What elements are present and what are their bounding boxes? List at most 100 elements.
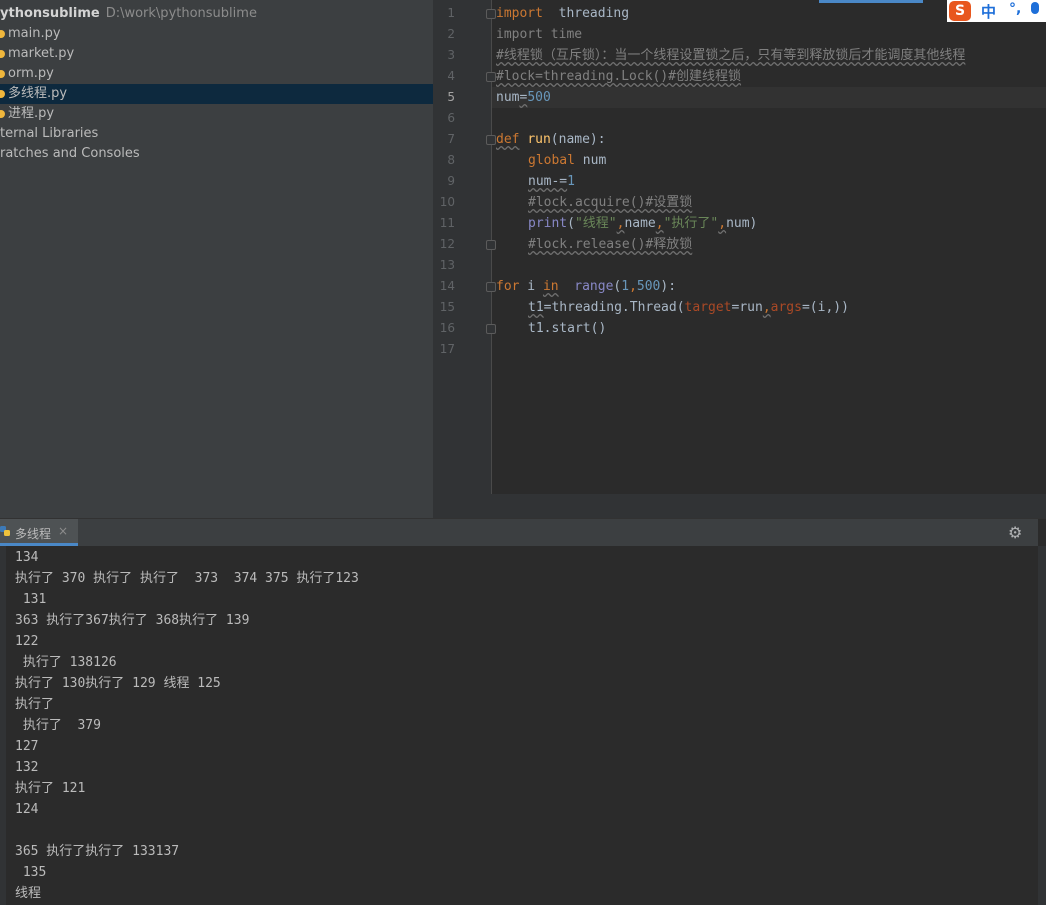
fold-marker-icon[interactable] xyxy=(486,240,496,250)
code-comment: #lock.acquire()#设置锁 xyxy=(528,195,693,210)
line-gutter: 1 2 3 4 5 6 7 8 9 10 11 12 13 14 15 16 1… xyxy=(433,0,496,494)
console-line: 执行了 370 执行了 执行了 373 374 375 执行了123 xyxy=(15,571,359,586)
line-number: 10 xyxy=(439,195,455,209)
ime-language-toggle[interactable]: 中 xyxy=(981,1,996,22)
sogou-logo-icon[interactable]: S xyxy=(949,1,971,21)
code-line-8[interactable]: global num xyxy=(528,150,606,171)
keyword-in: in xyxy=(542,279,559,294)
line-number: 11 xyxy=(439,216,455,230)
code-number: 500 xyxy=(636,279,661,294)
console-line: 365 执行了执行了 133137 xyxy=(15,844,180,859)
line-number: 2 xyxy=(447,27,455,41)
console-line: 127 xyxy=(15,739,39,754)
code-line-12[interactable]: #lock.release()#释放锁 xyxy=(528,234,692,255)
code-line-1[interactable]: import threading xyxy=(496,3,629,24)
tree-item-external-libraries[interactable]: ternal Libraries xyxy=(0,124,433,144)
console-line: 124 xyxy=(15,802,39,817)
console-line: 122 xyxy=(15,634,39,649)
project-root-path: D:\work\pythonsublime xyxy=(105,6,257,21)
code-comma: , xyxy=(718,216,727,231)
code-line-7[interactable]: def run(name): xyxy=(496,129,606,150)
tree-item-multithread-py[interactable]: 多线程.py xyxy=(0,84,433,104)
line-number: 9 xyxy=(447,174,455,188)
code-line-14[interactable]: for i in range(1,500): xyxy=(496,276,676,297)
run-toolbar: 多线程 × ⚙ xyxy=(0,518,1046,547)
keyword-def: def xyxy=(496,132,520,147)
ime-punctuation-toggle[interactable]: °, xyxy=(1009,1,1021,17)
code-text: (name): xyxy=(550,132,606,147)
tree-item-process-py[interactable]: 进程.py xyxy=(0,104,433,124)
builtin-print: print xyxy=(528,216,568,231)
tree-item-main-py[interactable]: main.py xyxy=(0,24,433,44)
panel-edge xyxy=(1038,519,1046,546)
code-text: num-= xyxy=(528,174,568,189)
project-root[interactable]: ythonsublime D:\work\pythonsublime xyxy=(0,4,433,24)
code-line-3[interactable]: #线程锁（互斥锁）：当一个线程设置锁之后，只有等到释放锁后才能调度其他线程 xyxy=(496,45,965,66)
code-comma: , xyxy=(629,279,637,294)
gear-icon[interactable]: ⚙ xyxy=(1008,523,1022,542)
code-text: num) xyxy=(726,216,758,231)
keyword-for: for xyxy=(496,279,520,294)
fold-marker-icon[interactable] xyxy=(486,324,496,334)
python-file-icon xyxy=(0,69,5,78)
code-string: "线程" xyxy=(574,216,617,231)
line-number: 8 xyxy=(447,153,455,167)
python-file-icon xyxy=(0,29,5,38)
tree-item-label: ternal Libraries xyxy=(0,126,99,141)
microphone-icon[interactable] xyxy=(1031,2,1039,14)
code-text: num xyxy=(574,153,607,168)
tree-item-orm-py[interactable]: orm.py xyxy=(0,64,433,84)
code-number: 500 xyxy=(527,90,551,105)
tree-item-scratches[interactable]: ratches and Consoles xyxy=(0,144,433,164)
console-line: 执行了 130执行了 129 线程 125 xyxy=(15,676,221,691)
close-icon[interactable]: × xyxy=(58,524,68,538)
code-text: threading xyxy=(542,6,630,21)
function-name: run xyxy=(527,132,551,147)
console-line: 131 xyxy=(15,592,47,607)
code-line-9[interactable]: num-=1 xyxy=(528,171,575,192)
console-gutter xyxy=(0,546,6,905)
code-text: i xyxy=(519,279,543,294)
tree-item-label: main.py xyxy=(8,26,61,41)
code-line-5[interactable]: num=500 xyxy=(496,87,551,108)
code-line-4[interactable]: #lock=threading.Lock()#创建线程锁 xyxy=(496,66,741,87)
line-number: 1 xyxy=(447,6,455,20)
code-param: target xyxy=(684,300,732,315)
code-line-15[interactable]: t1=threading.Thread(target=run,args=(i,)… xyxy=(528,297,849,318)
fold-marker-icon[interactable] xyxy=(486,72,496,82)
fold-marker-icon[interactable] xyxy=(486,9,496,19)
console-line: 执行了 138126 xyxy=(15,655,117,670)
tree-item-label: 进程.py xyxy=(8,106,55,121)
code-comma: , xyxy=(762,300,771,315)
keyword-import: import xyxy=(496,6,543,21)
code-text: =run xyxy=(731,300,763,315)
tree-item-label: ratches and Consoles xyxy=(0,146,140,161)
code-text: ( xyxy=(567,216,575,231)
line-number: 7 xyxy=(447,132,455,146)
fold-marker-icon[interactable] xyxy=(486,282,496,292)
ime-toolbar[interactable]: S 中 °, xyxy=(947,0,1046,22)
run-tab-label: 多线程 xyxy=(15,527,52,541)
code-param: args xyxy=(770,300,802,315)
code-editor[interactable]: 1 2 3 4 5 6 7 8 9 10 11 12 13 14 15 16 1… xyxy=(433,0,1046,518)
fold-marker-icon[interactable] xyxy=(486,135,496,145)
run-console[interactable]: 134 执行了 370 执行了 执行了 373 374 375 执行了123 1… xyxy=(0,546,1046,905)
code-line-16[interactable]: t1.start() xyxy=(528,318,606,339)
keyword-global: global xyxy=(528,153,575,168)
project-panel: ythonsublime D:\work\pythonsublime main.p… xyxy=(0,0,433,518)
code-string: "执行了" xyxy=(663,216,719,231)
run-tab[interactable]: 多线程 × xyxy=(0,519,78,546)
console-line: 执行了 xyxy=(15,697,55,712)
code-comment: #lock=threading.Lock()#创建线程锁 xyxy=(496,69,742,84)
tree-item-label: market.py xyxy=(8,46,75,61)
code-line-10[interactable]: #lock.acquire()#设置锁 xyxy=(528,192,692,213)
line-number: 15 xyxy=(439,300,455,314)
code-text: name xyxy=(624,216,656,231)
tree-item-market-py[interactable]: market.py xyxy=(0,44,433,64)
code-text: import time xyxy=(496,27,583,42)
code-line-2[interactable]: import time xyxy=(496,24,582,45)
tree-item-label: 多线程.py xyxy=(8,86,68,101)
code-line-11[interactable]: print("线程",name,"执行了",num) xyxy=(528,213,757,234)
line-number: 3 xyxy=(447,48,455,62)
python-file-icon xyxy=(0,49,5,58)
